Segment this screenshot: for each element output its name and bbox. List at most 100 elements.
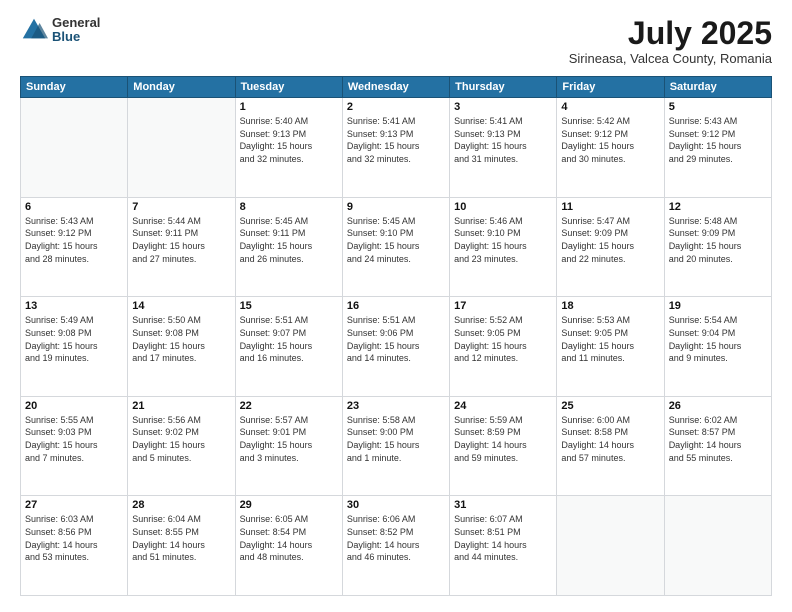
day-number: 11	[561, 201, 659, 213]
week-row-4: 20 Sunrise: 5:55 AM Sunset: 9:03 PM Dayli…	[21, 396, 772, 496]
day-number: 8	[240, 201, 338, 213]
day-info: Sunrise: 5:48 AM Sunset: 9:09 PM Dayligh…	[669, 215, 767, 265]
day-info: Sunrise: 5:57 AM Sunset: 9:01 PM Dayligh…	[240, 414, 338, 464]
day-number: 10	[454, 201, 552, 213]
calendar-cell: 10 Sunrise: 5:46 AM Sunset: 9:10 PM Dayli…	[450, 197, 557, 297]
calendar-cell: 3Sunrise: 5:41 AM Sunset: 9:13 PM Daylig…	[450, 98, 557, 198]
day-number: 4	[561, 101, 659, 113]
day-info: Sunrise: 5:43 AM Sunset: 9:12 PM Dayligh…	[669, 115, 767, 165]
day-info: Sunrise: 6:07 AM Sunset: 8:51 PM Dayligh…	[454, 513, 552, 563]
day-number: 7	[132, 201, 230, 213]
day-info: Sunrise: 5:53 AM Sunset: 9:05 PM Dayligh…	[561, 314, 659, 364]
calendar-cell: 16Sunrise: 5:51 AM Sunset: 9:06 PM Dayli…	[342, 297, 449, 397]
day-info: Sunrise: 5:41 AM Sunset: 9:13 PM Dayligh…	[347, 115, 445, 165]
day-number: 13	[25, 300, 123, 312]
day-number: 22	[240, 400, 338, 412]
calendar-cell: 19 Sunrise: 5:54 AM Sunset: 9:04 PM Dayli…	[664, 297, 771, 397]
calendar-cell: 15Sunrise: 5:51 AM Sunset: 9:07 PM Dayli…	[235, 297, 342, 397]
day-number: 19	[669, 300, 767, 312]
day-number: 16	[347, 300, 445, 312]
day-number: 3	[454, 101, 552, 113]
day-number: 2	[347, 101, 445, 113]
calendar-cell: 13Sunrise: 5:49 AM Sunset: 9:08 PM Dayli…	[21, 297, 128, 397]
calendar-cell: 29 Sunrise: 6:05 AM Sunset: 8:54 PM Dayli…	[235, 496, 342, 596]
logo-icon	[20, 16, 48, 44]
day-header-tuesday: Tuesday	[235, 77, 342, 98]
calendar-cell: 2 Sunrise: 5:41 AM Sunset: 9:13 PM Daylig…	[342, 98, 449, 198]
calendar-cell: 7 Sunrise: 5:44 AM Sunset: 9:11 PM Daylig…	[128, 197, 235, 297]
day-number: 24	[454, 400, 552, 412]
day-info: Sunrise: 5:56 AM Sunset: 9:02 PM Dayligh…	[132, 414, 230, 464]
day-header-wednesday: Wednesday	[342, 77, 449, 98]
day-info: Sunrise: 5:44 AM Sunset: 9:11 PM Dayligh…	[132, 215, 230, 265]
day-number: 27	[25, 499, 123, 511]
day-number: 5	[669, 101, 767, 113]
day-info: Sunrise: 6:06 AM Sunset: 8:52 PM Dayligh…	[347, 513, 445, 563]
calendar-cell	[21, 98, 128, 198]
day-number: 6	[25, 201, 123, 213]
logo: General Blue	[20, 16, 100, 45]
day-number: 28	[132, 499, 230, 511]
header: General Blue July 2025 Sirineasa, Valcea…	[20, 16, 772, 66]
day-info: Sunrise: 5:45 AM Sunset: 9:11 PM Dayligh…	[240, 215, 338, 265]
day-number: 30	[347, 499, 445, 511]
calendar-cell: 20 Sunrise: 5:55 AM Sunset: 9:03 PM Dayli…	[21, 396, 128, 496]
day-info: Sunrise: 6:04 AM Sunset: 8:55 PM Dayligh…	[132, 513, 230, 563]
day-info: Sunrise: 5:46 AM Sunset: 9:10 PM Dayligh…	[454, 215, 552, 265]
logo-text: General Blue	[52, 16, 100, 45]
calendar-cell: 28 Sunrise: 6:04 AM Sunset: 8:55 PM Dayli…	[128, 496, 235, 596]
day-number: 21	[132, 400, 230, 412]
day-info: Sunrise: 5:59 AM Sunset: 8:59 PM Dayligh…	[454, 414, 552, 464]
day-info: Sunrise: 6:02 AM Sunset: 8:57 PM Dayligh…	[669, 414, 767, 464]
calendar-header-row: SundayMondayTuesdayWednesdayThursdayFrid…	[21, 77, 772, 98]
location: Sirineasa, Valcea County, Romania	[569, 51, 772, 66]
calendar-cell	[128, 98, 235, 198]
calendar-cell: 18Sunrise: 5:53 AM Sunset: 9:05 PM Dayli…	[557, 297, 664, 397]
calendar-cell: 14Sunrise: 5:50 AM Sunset: 9:08 PM Dayli…	[128, 297, 235, 397]
calendar-cell: 17 Sunrise: 5:52 AM Sunset: 9:05 PM Dayli…	[450, 297, 557, 397]
month-title: July 2025	[569, 16, 772, 51]
day-info: Sunrise: 5:42 AM Sunset: 9:12 PM Dayligh…	[561, 115, 659, 165]
week-row-3: 13Sunrise: 5:49 AM Sunset: 9:08 PM Dayli…	[21, 297, 772, 397]
day-number: 31	[454, 499, 552, 511]
day-number: 20	[25, 400, 123, 412]
calendar-cell: 21 Sunrise: 5:56 AM Sunset: 9:02 PM Dayli…	[128, 396, 235, 496]
day-info: Sunrise: 5:54 AM Sunset: 9:04 PM Dayligh…	[669, 314, 767, 364]
day-info: Sunrise: 6:05 AM Sunset: 8:54 PM Dayligh…	[240, 513, 338, 563]
calendar-cell: 23 Sunrise: 5:58 AM Sunset: 9:00 PM Dayli…	[342, 396, 449, 496]
day-info: Sunrise: 5:52 AM Sunset: 9:05 PM Dayligh…	[454, 314, 552, 364]
calendar-cell: 4 Sunrise: 5:42 AM Sunset: 9:12 PM Daylig…	[557, 98, 664, 198]
logo-blue: Blue	[52, 30, 100, 44]
day-info: Sunrise: 5:40 AM Sunset: 9:13 PM Dayligh…	[240, 115, 338, 165]
calendar-cell: 8 Sunrise: 5:45 AM Sunset: 9:11 PM Daylig…	[235, 197, 342, 297]
title-block: July 2025 Sirineasa, Valcea County, Roma…	[569, 16, 772, 66]
calendar-cell: 9Sunrise: 5:45 AM Sunset: 9:10 PM Daylig…	[342, 197, 449, 297]
calendar-cell: 11 Sunrise: 5:47 AM Sunset: 9:09 PM Dayli…	[557, 197, 664, 297]
day-header-friday: Friday	[557, 77, 664, 98]
calendar-cell: 30 Sunrise: 6:06 AM Sunset: 8:52 PM Dayli…	[342, 496, 449, 596]
calendar-cell: 25Sunrise: 6:00 AM Sunset: 8:58 PM Dayli…	[557, 396, 664, 496]
day-info: Sunrise: 5:47 AM Sunset: 9:09 PM Dayligh…	[561, 215, 659, 265]
day-number: 26	[669, 400, 767, 412]
calendar-table: SundayMondayTuesdayWednesdayThursdayFrid…	[20, 76, 772, 596]
day-info: Sunrise: 5:45 AM Sunset: 9:10 PM Dayligh…	[347, 215, 445, 265]
day-number: 12	[669, 201, 767, 213]
calendar-cell: 12 Sunrise: 5:48 AM Sunset: 9:09 PM Dayli…	[664, 197, 771, 297]
week-row-1: 1Sunrise: 5:40 AM Sunset: 9:13 PM Daylig…	[21, 98, 772, 198]
calendar-cell: 31 Sunrise: 6:07 AM Sunset: 8:51 PM Dayli…	[450, 496, 557, 596]
day-info: Sunrise: 5:55 AM Sunset: 9:03 PM Dayligh…	[25, 414, 123, 464]
week-row-5: 27 Sunrise: 6:03 AM Sunset: 8:56 PM Dayli…	[21, 496, 772, 596]
logo-general: General	[52, 16, 100, 30]
day-number: 15	[240, 300, 338, 312]
day-info: Sunrise: 5:58 AM Sunset: 9:00 PM Dayligh…	[347, 414, 445, 464]
week-row-2: 6 Sunrise: 5:43 AM Sunset: 9:12 PM Daylig…	[21, 197, 772, 297]
day-number: 29	[240, 499, 338, 511]
calendar-cell: 26 Sunrise: 6:02 AM Sunset: 8:57 PM Dayli…	[664, 396, 771, 496]
calendar-cell	[557, 496, 664, 596]
day-header-thursday: Thursday	[450, 77, 557, 98]
day-info: Sunrise: 6:03 AM Sunset: 8:56 PM Dayligh…	[25, 513, 123, 563]
day-number: 14	[132, 300, 230, 312]
day-number: 23	[347, 400, 445, 412]
day-info: Sunrise: 5:43 AM Sunset: 9:12 PM Dayligh…	[25, 215, 123, 265]
day-number: 17	[454, 300, 552, 312]
